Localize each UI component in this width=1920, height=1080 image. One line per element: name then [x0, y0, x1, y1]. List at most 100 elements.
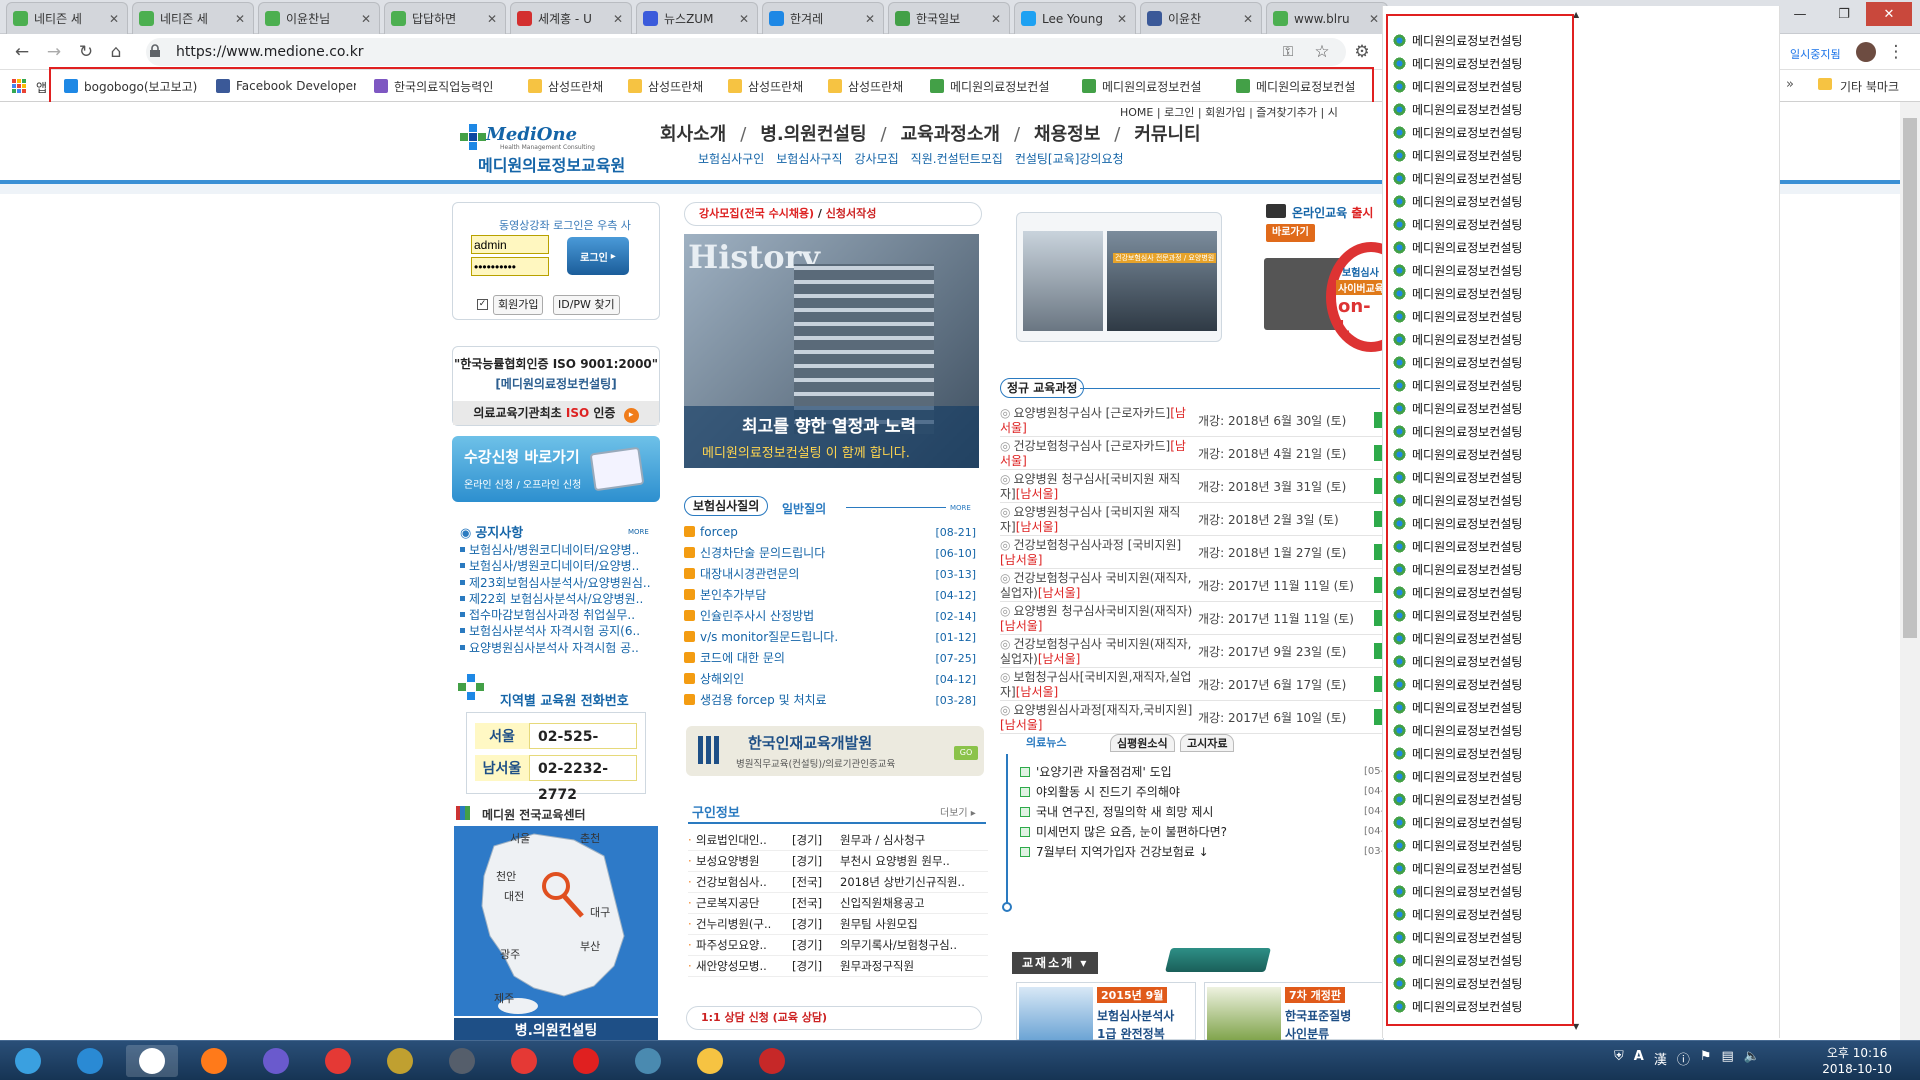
tab-insurance-qa[interactable]: 보험심사질의 [684, 496, 769, 516]
close-tab-icon[interactable]: ✕ [865, 12, 877, 26]
job-row[interactable]: · 의료법인대인.. [경기] 원무과 / 심사청구 [688, 830, 988, 851]
course-apply-icon[interactable] [1374, 445, 1382, 461]
course-apply-icon[interactable] [1374, 610, 1382, 626]
shield-icon[interactable]: ⛨ [1614, 1049, 1624, 1068]
nav-item-2[interactable]: 교육과정소개 [901, 124, 1000, 145]
winamp-icon[interactable] [374, 1045, 426, 1077]
news-item[interactable]: 7월부터 지역가입자 건강보험료 ↓ [03- [1020, 842, 1382, 862]
notice-item[interactable]: 제23회보험심사분석사/요양병원심.. [460, 575, 658, 591]
notice-item[interactable]: 제22회 보험심사분석사/요양병원.. [460, 591, 658, 607]
tab-0[interactable]: 네티즌 세 ✕ [6, 2, 128, 34]
close-tab-icon[interactable]: ✕ [1369, 12, 1381, 26]
extension-icon[interactable]: ⚙ [1350, 40, 1374, 64]
news-tab-1[interactable]: 심평원소식 [1110, 734, 1175, 752]
classroom-photos[interactable]: 건강보험심사 전문과정 / 요양병원 [1016, 212, 1222, 342]
news-item[interactable]: '요양기관 자율점검제' 도입 [05- [1020, 762, 1382, 782]
bookmark-star-icon[interactable]: ☆ [1310, 40, 1334, 64]
course-row[interactable]: ◎ 건강보험청구심사 국비지원(재직자,실업자)[남서울] 개강: 2017년 9월… [1000, 635, 1382, 668]
qa-item[interactable]: 상해외인 [04-12] [684, 669, 980, 690]
close-tab-icon[interactable]: ✕ [1117, 12, 1129, 26]
volume-icon[interactable]: 🔈 [1744, 1049, 1760, 1068]
password-input[interactable] [471, 257, 549, 276]
course-row[interactable]: ◎ 요양병원 청구심사[국비지원 재직자][남서울] 개강: 2018년 3월 31… [1000, 470, 1382, 503]
notice-item[interactable]: 요양병원심사분석사 자격시험 공.. [460, 640, 658, 656]
qa-item[interactable]: 코드에 대한 문의 [07-25] [684, 648, 980, 669]
close-window-button[interactable]: ✕ [1866, 2, 1912, 26]
online-edu-banner[interactable]: 온라인교육 출시 바로가기 보험심사 사이버교육 on-L [1262, 202, 1382, 362]
box-icon[interactable] [436, 1045, 488, 1077]
tab-3[interactable]: 답답하면 ✕ [384, 2, 506, 34]
qa-item[interactable]: v/s monitor질문드립니다. [01-12] [684, 627, 980, 648]
map-city-label[interactable]: 서울 [510, 830, 530, 846]
ie-icon[interactable] [64, 1045, 116, 1077]
tab-1[interactable]: 네티즌 세 ✕ [132, 2, 254, 34]
notice-item[interactable]: 보험심사/병원코디네이터/요양병.. [460, 558, 658, 574]
course-row[interactable]: ◎ 요양병원 청구심사국비지원(재직자)[남서울] 개강: 2017년 11월 11… [1000, 602, 1382, 635]
close-tab-icon[interactable]: ✕ [487, 12, 499, 26]
qa-item[interactable]: 인슐린주사시 산정방법 [02-14] [684, 606, 980, 627]
close-tab-icon[interactable]: ✕ [613, 12, 625, 26]
qa-more-link[interactable]: MORE [950, 504, 971, 512]
news-item[interactable]: 미세먼지 많은 요즘, 눈이 불편하다면? [04- [1020, 822, 1382, 842]
reload-button[interactable]: ↻ [74, 40, 98, 64]
map-city-label[interactable]: 광주 [500, 946, 520, 962]
consult-banner[interactable]: 병.의원컨설팅 [454, 1018, 658, 1040]
qa-item[interactable]: 본인추가부담 [04-12] [684, 585, 980, 606]
sphere-icon[interactable] [250, 1045, 302, 1077]
clock[interactable]: 오후 10:16 2018-10-10 [1822, 1045, 1892, 1077]
subnav-item-0[interactable]: 보험심사구인 [698, 152, 764, 166]
nav-item-4[interactable]: 커뮤니티 [1134, 124, 1200, 145]
course-apply-icon[interactable] [1374, 643, 1382, 659]
qa-item[interactable]: 신경차단술 문의드립니다 [06-10] [684, 543, 980, 564]
nav-item-1[interactable]: 병.의원컨설팅 [760, 124, 866, 145]
map-city-label[interactable]: 부산 [580, 938, 600, 954]
opera-icon[interactable] [312, 1045, 364, 1077]
tab-4[interactable]: 세계홍 - U ✕ [510, 2, 632, 34]
top-links[interactable]: HOME | 로그인 | 회원가입 | 즐겨찾기추가 | 시 [1120, 104, 1338, 120]
course-row[interactable]: ◎ 건강보험청구심사과정 [국비지원][남서울] 개강: 2018년 1월 27일 … [1000, 536, 1382, 569]
course-apply-icon[interactable] [1374, 544, 1382, 560]
textbook-2[interactable]: 7차 개정판 한국표준질병 사인분류 [1204, 982, 1384, 1040]
forward-button[interactable]: → [42, 40, 66, 64]
subnav-item-2[interactable]: 강사모집 [855, 152, 899, 166]
course-row[interactable]: ◎ 요양병원심사과정[재직자,국비지원][남서울] 개강: 2017년 6월 10일… [1000, 701, 1382, 734]
course-row[interactable]: ◎ 요양병원청구심사 [근로자카드][남서울] 개강: 2018년 6월 30일 (… [1000, 404, 1382, 437]
map-city-label[interactable]: 천안 [496, 868, 516, 884]
notice-item[interactable]: 보험심사분석사 자격시험 공지(6.. [460, 623, 658, 639]
folder-icon[interactable] [684, 1045, 736, 1077]
tab-9[interactable]: 이윤찬 ✕ [1140, 2, 1262, 34]
filezilla-icon[interactable] [746, 1045, 798, 1077]
job-row[interactable]: · 파주성모요양.. [경기] 의무기록사/보험청구심.. [688, 935, 988, 956]
qa-item[interactable]: 대장내시경관련문의 [03-13] [684, 564, 980, 585]
back-button[interactable]: ← [10, 40, 34, 64]
remember-checkbox[interactable]: ✓ [477, 299, 488, 310]
firefox-icon[interactable] [188, 1045, 240, 1077]
notice-item[interactable]: 보험심사/병원코디네이터/요양병.. [460, 542, 658, 558]
flag-icon[interactable]: ⚑ [1700, 1049, 1712, 1068]
maximize-button[interactable]: ❐ [1822, 2, 1866, 26]
close-tab-icon[interactable]: ✕ [739, 12, 751, 26]
course-apply-icon[interactable] [1374, 577, 1382, 593]
tab-6[interactable]: 한겨레 ✕ [762, 2, 884, 34]
job-row[interactable]: · 근로복지공단 [전국] 신입직원채용공고 [688, 893, 988, 914]
record-icon[interactable] [560, 1045, 612, 1077]
tab-2[interactable]: 이윤찬님 ✕ [258, 2, 380, 34]
course-apply-icon[interactable] [1374, 511, 1382, 527]
jobs-more-link[interactable]: 더보기 ▸ [940, 804, 976, 819]
news-tab-0[interactable]: 의료뉴스 [1020, 734, 1072, 752]
tab-general-qa[interactable]: 일반질의 [782, 500, 826, 517]
nav-item-3[interactable]: 채용정보 [1034, 124, 1100, 145]
close-tab-icon[interactable]: ✕ [1243, 12, 1255, 26]
menu-dots-icon[interactable]: ⋮ [1884, 40, 1908, 64]
course-apply-icon[interactable] [1374, 709, 1382, 725]
map-city-label[interactable]: 대전 [504, 888, 524, 904]
close-tab-icon[interactable]: ✕ [235, 12, 247, 26]
course-apply-icon[interactable] [1374, 676, 1382, 692]
home-button[interactable]: ⌂ [104, 40, 128, 64]
course-apply-icon[interactable] [1374, 412, 1382, 428]
bookmarks-overflow-button[interactable]: » [1786, 77, 1794, 92]
course-row[interactable]: ◎ 건강보험청구심사 국비지원(재직자,실업자)[남서울] 개강: 2017년 11… [1000, 569, 1382, 602]
course-row[interactable]: ◎ 건강보험청구심사 [근로자카드][남서울] 개강: 2018년 4월 21일 (… [1000, 437, 1382, 470]
hrd-banner[interactable]: 한국인재교육개발원 병원직무교육(컨설팅)/의료기관인증교육 GO [686, 726, 984, 776]
help-icon[interactable]: ⓘ [1677, 1049, 1690, 1068]
